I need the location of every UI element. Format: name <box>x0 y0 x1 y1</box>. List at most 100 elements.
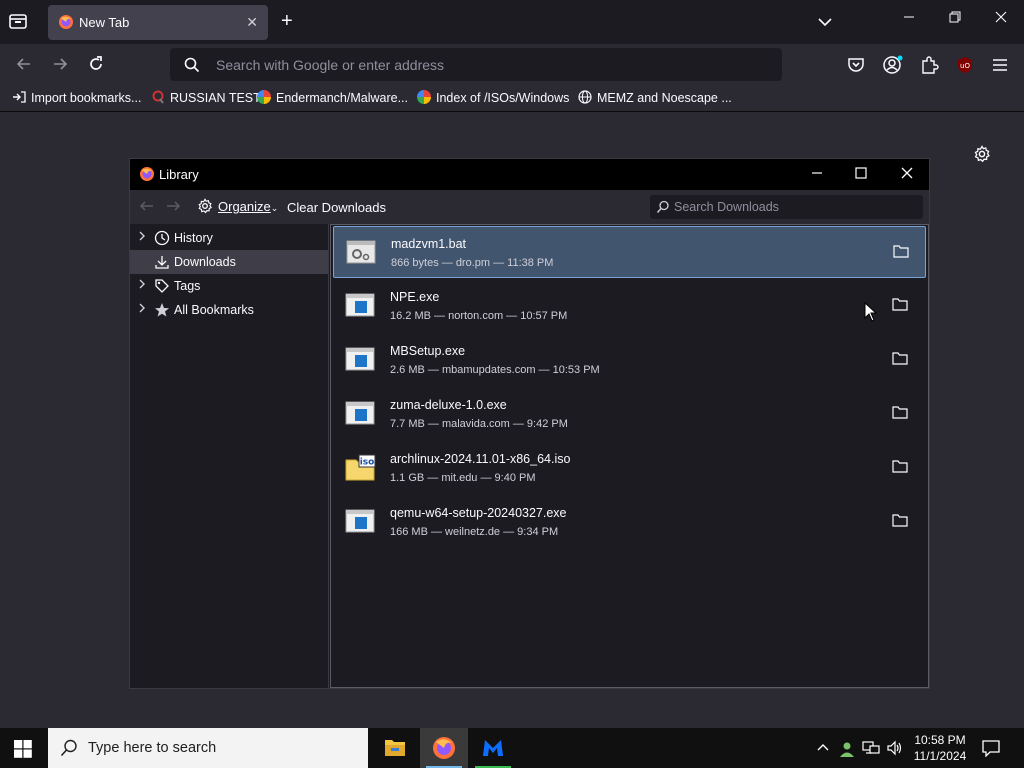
new-tab-icon[interactable]: + <box>281 11 293 31</box>
clear-downloads-button[interactable]: Clear Downloads <box>287 200 386 215</box>
download-status: 866 bytes — dro.pm — 11:38 PM <box>391 257 554 269</box>
menu-icon[interactable] <box>991 55 1011 75</box>
back-icon[interactable] <box>138 198 156 219</box>
download-icon <box>154 254 170 270</box>
address-placeholder: Search with Google or enter address <box>216 57 445 73</box>
batch-file-icon <box>346 239 376 265</box>
system-clock[interactable]: 10:58 PM 11/1/2024 <box>912 732 968 764</box>
tag-icon <box>154 278 170 294</box>
download-status: 16.2 MB — norton.com — 10:57 PM <box>390 310 568 322</box>
sidebar-item-label: History <box>174 231 213 245</box>
download-filename: archlinux-2024.11.01-x86_64.iso <box>390 452 571 466</box>
svg-text:uO: uO <box>960 62 970 70</box>
network-icon[interactable] <box>862 740 880 759</box>
restore-icon[interactable] <box>948 10 962 29</box>
volume-icon[interactable] <box>886 740 904 759</box>
bookmark-isos[interactable]: Index of /ISOs/Windows <box>417 90 569 105</box>
download-item[interactable]: NPE.exe 16.2 MB — norton.com — 10:57 PM <box>333 280 926 332</box>
bookmark-label: RUSSIAN TEST <box>170 91 261 105</box>
windows-start-icon[interactable] <box>14 740 32 763</box>
mouse-cursor-icon <box>864 301 878 327</box>
chevron-right-icon[interactable] <box>138 303 146 316</box>
google-icon <box>417 90 431 104</box>
notification-icon[interactable] <box>982 739 1000 762</box>
maximize-icon[interactable] <box>854 166 868 183</box>
sidebar-item-label: Tags <box>174 279 201 293</box>
account-icon[interactable] <box>882 55 903 75</box>
search-downloads-input[interactable]: Search Downloads <box>650 195 923 219</box>
library-titlebar[interactable]: Library <box>130 159 929 190</box>
close-icon[interactable] <box>900 166 914 183</box>
library-window: Library Organize⌄ Clear Downloads Search… <box>129 158 930 689</box>
pocket-icon[interactable] <box>846 55 866 75</box>
minimize-icon[interactable] <box>810 166 824 183</box>
download-filename: MBSetup.exe <box>390 344 466 358</box>
tab-list-icon[interactable] <box>8 12 30 32</box>
download-filename: madzvm1.bat <box>391 237 467 251</box>
close-tab-icon[interactable]: ✕ <box>246 14 258 31</box>
bookmarks-toolbar: Import bookmarks... RUSSIAN TEST Enderma… <box>0 86 1024 112</box>
library-title: Library <box>159 167 199 182</box>
ublock-origin-icon[interactable]: uO <box>955 55 975 75</box>
forward-icon[interactable] <box>164 198 182 219</box>
folder-icon[interactable] <box>892 459 908 478</box>
bookmark-import[interactable]: Import bookmarks... <box>12 90 141 105</box>
back-icon[interactable] <box>14 54 36 76</box>
folder-icon[interactable] <box>892 351 908 370</box>
extensions-icon[interactable] <box>919 55 939 75</box>
bookmark-label: Endermanch/Malware... <box>276 91 409 105</box>
firefox-icon <box>58 14 74 30</box>
folder-icon[interactable] <box>892 297 908 316</box>
user-tray-icon[interactable] <box>838 740 856 761</box>
download-item[interactable]: qemu-w64-setup-20240327.exe 166 MB — wei… <box>333 496 926 548</box>
clock-icon <box>154 230 170 246</box>
chevron-right-icon[interactable] <box>138 279 146 292</box>
firefox-taskbar-icon[interactable] <box>420 728 468 768</box>
executable-icon <box>345 346 375 372</box>
tab-new-tab[interactable]: New Tab ✕ <box>48 5 268 40</box>
organize-button[interactable]: Organize⌄ <box>197 198 278 217</box>
sidebar-item-all-bookmarks[interactable]: All Bookmarks <box>130 298 328 322</box>
chevron-up-icon[interactable] <box>816 740 830 757</box>
search-icon <box>60 739 78 762</box>
forward-icon[interactable] <box>50 54 72 76</box>
close-window-icon[interactable] <box>994 10 1008 29</box>
globe-icon <box>578 90 592 104</box>
windows-taskbar: Type here to search 10:58 PM 11/1/2024 <box>0 728 1024 768</box>
address-bar[interactable]: Search with Google or enter address <box>170 48 782 81</box>
executable-icon <box>345 400 375 426</box>
download-item[interactable]: madzvm1.bat 866 bytes — dro.pm — 11:38 P… <box>333 226 926 278</box>
folder-icon[interactable] <box>892 405 908 424</box>
sidebar-item-downloads[interactable]: Downloads <box>130 250 328 274</box>
dropdown-arrow-icon: ⌄ <box>270 203 279 213</box>
sidebar-item-label: All Bookmarks <box>174 303 254 317</box>
tab-strip: New Tab ✕ + <box>0 0 1024 44</box>
download-item[interactable]: iso archlinux-2024.11.01-x86_64.iso 1.1 … <box>333 442 926 494</box>
bookmark-russian-test[interactable]: RUSSIAN TEST <box>151 90 261 105</box>
organize-label: Organize <box>218 199 271 214</box>
download-item[interactable]: zuma-deluxe-1.0.exe 7.7 MB — malavida.co… <box>333 388 926 440</box>
sidebar-item-tags[interactable]: Tags <box>130 274 328 298</box>
file-explorer-icon[interactable] <box>371 728 419 768</box>
executable-icon <box>345 292 375 318</box>
gear-icon[interactable] <box>973 145 991 168</box>
bookmark-endermanch[interactable]: Endermanch/Malware... <box>257 90 408 105</box>
chevron-right-icon[interactable] <box>138 231 146 244</box>
download-status: 1.1 GB — mit.edu — 9:40 PM <box>390 472 536 484</box>
minimize-icon[interactable] <box>902 10 916 29</box>
chevron-down-icon[interactable] <box>817 14 833 32</box>
magnifier-icon <box>151 90 165 104</box>
library-sidebar: History Downloads Tags All Bookmarks <box>130 224 329 688</box>
sidebar-item-history[interactable]: History <box>130 226 328 250</box>
library-toolbar: Organize⌄ Clear Downloads Search Downloa… <box>130 190 929 224</box>
folder-icon[interactable] <box>892 513 908 532</box>
bookmark-memz[interactable]: MEMZ and Noescape ... <box>578 90 732 105</box>
bookmark-label: MEMZ and Noescape ... <box>597 91 732 105</box>
downloads-list: madzvm1.bat 866 bytes — dro.pm — 11:38 P… <box>330 224 929 688</box>
reload-icon[interactable] <box>86 54 108 76</box>
taskbar-search-box[interactable]: Type here to search <box>48 728 368 768</box>
malwarebytes-icon[interactable] <box>469 728 517 768</box>
import-icon <box>12 90 26 104</box>
download-item[interactable]: MBSetup.exe 2.6 MB — mbamupdates.com — 1… <box>333 334 926 386</box>
folder-icon[interactable] <box>893 244 909 263</box>
